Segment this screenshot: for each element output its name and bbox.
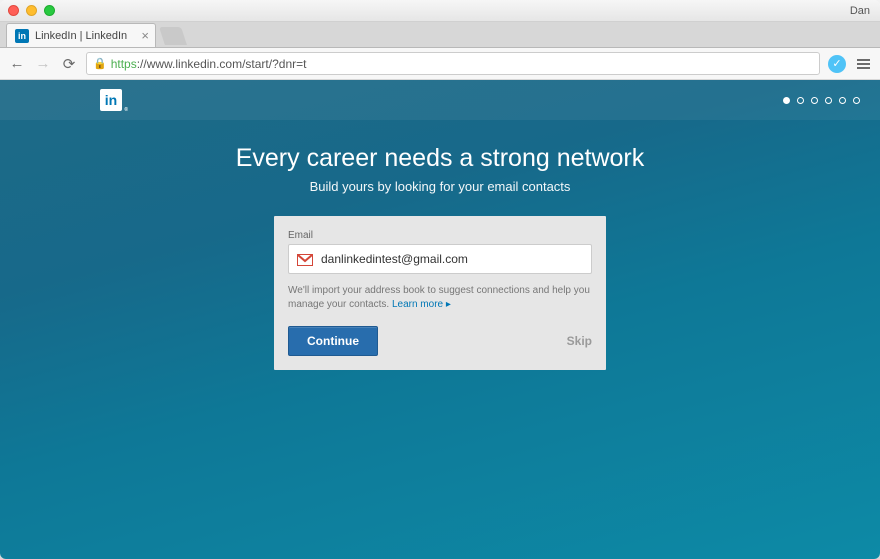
progress-dot-2: [797, 97, 804, 104]
email-input-wrapper[interactable]: [288, 244, 592, 274]
url-path: ://www.linkedin.com/start/?dnr=t: [137, 57, 307, 71]
progress-dots: [783, 97, 860, 104]
back-button[interactable]: ←: [8, 55, 26, 73]
card-actions: Continue Skip: [288, 326, 592, 356]
tab-strip: in LinkedIn | LinkedIn ×: [0, 22, 880, 48]
address-bar[interactable]: 🔒 https://www.linkedin.com/start/?dnr=t: [86, 52, 820, 75]
tab-close-button[interactable]: ×: [141, 28, 149, 43]
page-subtitle: Build yours by looking for your email co…: [0, 179, 880, 194]
forward-button[interactable]: →: [34, 55, 52, 73]
gmail-icon: [297, 253, 313, 265]
extension-icon[interactable]: ✓: [828, 55, 846, 73]
skip-button[interactable]: Skip: [567, 334, 592, 348]
progress-dot-1: [783, 97, 790, 104]
browser-toolbar: ← → ⟳ 🔒 https://www.linkedin.com/start/?…: [0, 48, 880, 80]
url-scheme: https: [111, 57, 137, 71]
tab-title: LinkedIn | LinkedIn: [35, 30, 127, 42]
linkedin-favicon: in: [15, 29, 29, 43]
learn-more-link[interactable]: Learn more ▸: [392, 299, 451, 310]
email-field[interactable]: [321, 252, 583, 266]
hero-section: Every career needs a strong network Buil…: [0, 120, 880, 210]
registered-mark: ®: [124, 107, 128, 113]
browser-profile-name[interactable]: Dan: [850, 5, 870, 17]
reload-button[interactable]: ⟳: [60, 55, 78, 73]
progress-dot-4: [825, 97, 832, 104]
linkedin-logo[interactable]: in ®: [100, 89, 122, 111]
window-close-button[interactable]: [8, 5, 19, 16]
progress-dot-5: [839, 97, 846, 104]
browser-window: Dan in LinkedIn | LinkedIn × ← → ⟳ 🔒 htt…: [0, 0, 880, 559]
window-minimize-button[interactable]: [26, 5, 37, 16]
window-titlebar: Dan: [0, 0, 880, 22]
continue-button[interactable]: Continue: [288, 326, 378, 356]
page-title: Every career needs a strong network: [0, 144, 880, 173]
page-header: in ®: [0, 80, 880, 120]
browser-tab[interactable]: in LinkedIn | LinkedIn ×: [6, 23, 156, 47]
progress-dot-3: [811, 97, 818, 104]
email-card: Email We'll import your address book to …: [274, 216, 606, 370]
new-tab-button[interactable]: [159, 27, 187, 45]
lock-icon: 🔒: [93, 57, 107, 70]
browser-menu-button[interactable]: [854, 59, 872, 69]
helper-text: We'll import your address book to sugges…: [288, 284, 592, 312]
traffic-lights: [8, 5, 55, 16]
window-maximize-button[interactable]: [44, 5, 55, 16]
email-label: Email: [288, 230, 592, 241]
page-content: in ® Every career needs a strong network…: [0, 80, 880, 559]
progress-dot-6: [853, 97, 860, 104]
